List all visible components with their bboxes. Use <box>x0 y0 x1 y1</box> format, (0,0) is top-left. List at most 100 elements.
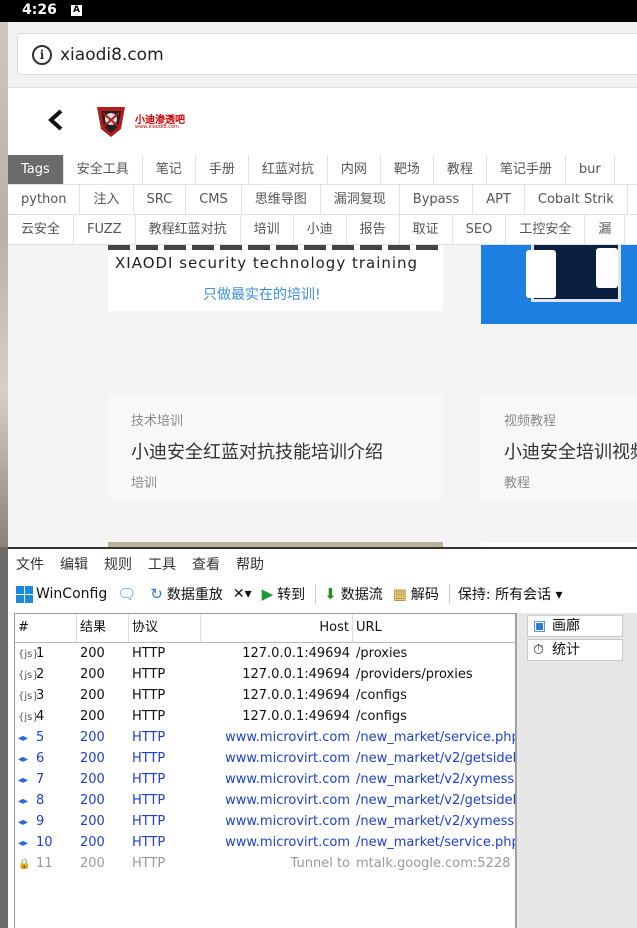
play-icon: ▶ <box>261 585 274 603</box>
stopwatch-icon: ⏱ <box>533 642 544 658</box>
tag-link[interactable]: 思维导图 <box>242 185 321 214</box>
json-icon: {js} <box>18 712 39 723</box>
column-header-host[interactable]: Host <box>201 614 353 642</box>
remove-button[interactable]: ✕▾ <box>233 586 252 602</box>
session-number: {js}1 <box>15 643 77 664</box>
session-row[interactable]: ◂▸ 10 200 HTTP www.microvirt.com/new_market/… <box>15 832 515 853</box>
tag-link[interactable]: python <box>8 185 81 214</box>
card-tag[interactable]: 培训 <box>131 472 157 491</box>
go-button[interactable]: ▶ 转到 <box>262 584 306 604</box>
logo-emblem-icon <box>97 107 125 137</box>
tag-link[interactable]: 漏 <box>585 215 626 244</box>
decode-icon: ▦ <box>392 585 407 603</box>
tab-statistics[interactable]: ⏱ 统计 <box>527 639 623 661</box>
session-url: /providers/proxies <box>356 667 473 682</box>
status-bar: 4:26 A <box>0 0 637 22</box>
card-title[interactable]: 小迪安全培训视频 <box>504 438 637 464</box>
session-row[interactable]: {js}1 200 HTTP 127.0.0.1:49694/proxies <box>15 643 515 664</box>
tag-link[interactable]: 培训 <box>241 215 294 244</box>
http-arrows-icon: ◂▸ <box>18 754 29 765</box>
keep-sessions-dropdown[interactable]: 保持: 所有会话 ▾ <box>458 584 563 604</box>
session-rows: {js}1 200 HTTP 127.0.0.1:49694/proxies {js}2… <box>15 643 515 874</box>
tag-link[interactable]: FUZZ <box>74 215 136 244</box>
banner-left[interactable]: XIAODI security technology training 只做最实… <box>108 242 443 311</box>
menu-item[interactable]: 文件 <box>8 553 52 577</box>
tag-link[interactable]: Bypass <box>400 185 474 214</box>
session-result: 200 <box>80 793 105 808</box>
site-logo[interactable]: 小迪渗透吧 www.xiaodi8.com <box>91 101 201 141</box>
info-icon[interactable]: i <box>32 45 52 65</box>
tag-link[interactable]: SRC <box>134 185 187 214</box>
menu-item[interactable]: 规则 <box>96 553 140 577</box>
tab-gallery[interactable]: ▣ 画廊 <box>527 615 623 637</box>
url-text[interactable]: xiaodi8.com <box>60 45 164 65</box>
menu-item[interactable]: 查看 <box>184 553 228 577</box>
session-row[interactable]: {js}4 200 HTTP 127.0.0.1:49694/configs <box>15 706 515 727</box>
card-category[interactable]: 技术培训 <box>131 410 183 429</box>
session-row[interactable]: ◂▸ 8 200 HTTP www.microvirt.com/new_market/v… <box>15 790 515 811</box>
article-card[interactable]: 技术培训 小迪安全红蓝对抗技能培训介绍 培训 <box>108 394 443 498</box>
session-protocol: HTTP <box>132 751 166 766</box>
session-number: 🔒 11 <box>15 853 77 874</box>
tab-gallery-label: 画廊 <box>552 618 580 634</box>
session-row[interactable]: ◂▸ 6 200 HTTP www.microvirt.com/new_market/v… <box>15 748 515 769</box>
decode-button[interactable]: ▦ 解码 <box>393 584 439 604</box>
session-url: /new_market/service.php <box>356 835 516 850</box>
replay-button[interactable]: ↻ 数据重放 <box>150 584 223 604</box>
session-number: ◂▸ 9 <box>15 811 77 832</box>
card-category[interactable]: 视频教程 <box>504 410 556 429</box>
column-header-result[interactable]: 结果 <box>77 614 129 642</box>
column-header-protocol[interactable]: 协议 <box>129 614 201 642</box>
tag-link[interactable]: APT <box>473 185 525 214</box>
tag-link[interactable]: 安全工具 <box>64 155 143 184</box>
logo-subtitle: www.xiaodi8.com <box>135 124 179 130</box>
tag-link[interactable]: 教程红蓝对抗 <box>136 215 241 244</box>
stream-arrow-icon: ⬇ <box>324 585 337 603</box>
tag-link[interactable]: 小迪 <box>294 215 347 244</box>
tag-link[interactable]: 教程 <box>434 155 487 184</box>
menu-item[interactable]: 编辑 <box>52 553 96 577</box>
card-title[interactable]: 小迪安全红蓝对抗技能培训介绍 <box>131 438 383 464</box>
session-row[interactable]: 🔒 11 200 HTTP Tunnel to mtalk.google.com:5228 <box>15 853 515 874</box>
tag-link[interactable]: 报告 <box>347 215 400 244</box>
tag-link[interactable]: 内网 <box>328 155 381 184</box>
session-protocol: HTTP <box>132 730 166 745</box>
session-host: www.microvirt.com <box>225 835 350 850</box>
tag-link[interactable]: Cobalt Strik <box>525 185 628 214</box>
menu-item[interactable]: 帮助 <box>228 553 272 577</box>
session-row[interactable]: ◂▸ 5 200 HTTP www.microvirt.com/new_market/s… <box>15 727 515 748</box>
tag-link[interactable]: 取证 <box>400 215 453 244</box>
phone-graphic <box>596 248 618 288</box>
tag-link[interactable]: 漏洞复现 <box>321 185 400 214</box>
tag-link[interactable]: 手册 <box>196 155 249 184</box>
session-result: 200 <box>80 814 105 829</box>
address-bar[interactable]: i xiaodi8.com <box>17 33 637 75</box>
tag-link[interactable]: SEO <box>453 215 507 244</box>
stream-button[interactable]: ⬇ 数据流 <box>324 584 383 604</box>
column-header-number[interactable]: # <box>15 614 77 642</box>
tag-link[interactable]: 工控安全 <box>506 215 586 244</box>
session-row[interactable]: {js}3 200 HTTP 127.0.0.1:49694/configs <box>15 685 515 706</box>
sessions-list[interactable]: # 结果 协议 Host URL {js}1 200 HTTP 127.0.0.1:4… <box>14 613 516 928</box>
column-header-url[interactable]: URL <box>353 614 515 642</box>
session-url: /configs <box>356 688 407 703</box>
tag-link[interactable]: 红蓝对抗 <box>249 155 328 184</box>
comment-button[interactable]: 🗨 <box>117 585 140 603</box>
tag-link[interactable]: 靶场 <box>381 155 434 184</box>
session-url: /new_market/v2/getsideb <box>356 793 516 808</box>
tag-link[interactable]: 笔记手册 <box>487 155 566 184</box>
session-row[interactable]: ◂▸ 9 200 HTTP www.microvirt.com/new_market/v… <box>15 811 515 832</box>
card-tag[interactable]: 教程 <box>504 472 530 491</box>
tag-link[interactable]: 注入 <box>80 185 134 214</box>
article-card[interactable]: 视频教程 小迪安全培训视频 教程 <box>481 394 637 498</box>
winconfig-button[interactable]: WinConfig <box>8 585 107 603</box>
tag-link[interactable]: bur <box>566 155 615 184</box>
back-arrow-icon[interactable] <box>45 108 69 132</box>
tag-link[interactable]: 笔记 <box>143 155 196 184</box>
session-url: /new_market/v2/getsideb <box>356 751 516 766</box>
session-row[interactable]: ◂▸ 7 200 HTTP www.microvirt.com/new_market/v… <box>15 769 515 790</box>
tag-link[interactable]: 云安全 <box>8 215 75 244</box>
tag-link[interactable]: CMS <box>186 185 242 214</box>
session-row[interactable]: {js}2 200 HTTP 127.0.0.1:49694/providers/pr… <box>15 664 515 685</box>
menu-item[interactable]: 工具 <box>140 553 184 577</box>
